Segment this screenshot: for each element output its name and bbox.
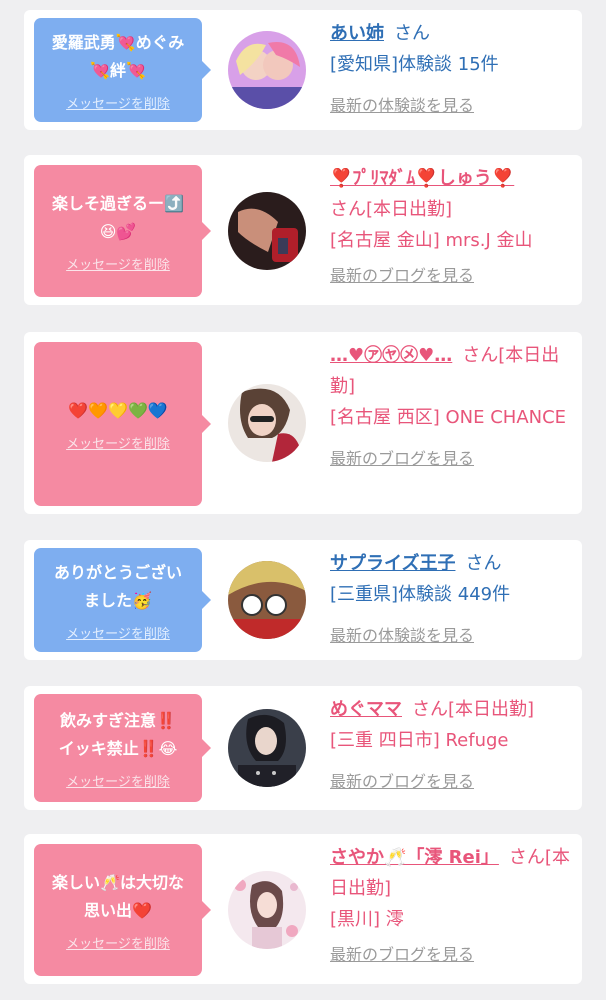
sender-info: サプライズ王子 さん [三重県]体験談 449件 最新の体験談を見る bbox=[330, 548, 570, 651]
sender-info: めぐママ さん[本日出勤] [三重 四日市] Refuge 最新のブログを見る bbox=[330, 694, 570, 797]
sender-suffix: さん[本日出勤] bbox=[412, 699, 535, 720]
sender-name-link[interactable]: ❣️ﾌﾟﾘﾏﾀﾞﾑ❣️しゅう❣️ bbox=[330, 168, 514, 189]
sender-name-link[interactable]: …♥㋐㋳㋱♥… bbox=[330, 345, 452, 366]
latest-post-link[interactable]: 最新のブログを見る bbox=[330, 766, 474, 797]
avatar-photo bbox=[228, 561, 306, 639]
sender-info: さやか🥂「澪 Rei」 さん[本日出勤] [黒川] 澪 最新のブログを見る bbox=[330, 842, 570, 970]
sender-detail: [愛知県]体験談 15件 bbox=[330, 54, 499, 75]
delete-message-link[interactable]: メッセージを削除 bbox=[66, 433, 170, 452]
delete-message-link[interactable]: メッセージを削除 bbox=[66, 933, 170, 952]
message-text: 楽しそ過ぎるー⤴️ 😆💕 bbox=[52, 193, 184, 241]
sender-detail: [名古屋 金山] mrs.J 金山 bbox=[330, 230, 533, 251]
message-bubble: 飲みすぎ注意‼️ イッキ禁止‼️😂 メッセージを削除 bbox=[34, 694, 211, 802]
message-bubble: ❤️🧡💛💚💙 メッセージを削除 bbox=[34, 342, 211, 506]
avatar-photo bbox=[228, 384, 306, 462]
message-bubble: 楽しい🥂は大切な 思い出❤️ メッセージを削除 bbox=[34, 844, 211, 976]
avatar[interactable] bbox=[228, 709, 306, 787]
message-bubble: ありがとうござい ました🥳 メッセージを削除 bbox=[34, 548, 211, 652]
avatar[interactable] bbox=[228, 561, 306, 639]
avatar[interactable] bbox=[228, 192, 306, 270]
latest-post-link[interactable]: 最新のブログを見る bbox=[330, 443, 474, 474]
latest-post-link[interactable]: 最新の体験談を見る bbox=[330, 90, 474, 121]
sender-detail: [三重 四日市] Refuge bbox=[330, 730, 509, 751]
sender-detail: [名古屋 西区] ONE CHANCE bbox=[330, 407, 567, 428]
sender-info: あい姉 さん [愛知県]体験談 15件 最新の体験談を見る bbox=[330, 18, 570, 121]
card: 楽しい🥂は大切な 思い出❤️ メッセージを削除 さやか🥂「澪 Rei」 さん[本日… bbox=[24, 834, 582, 984]
latest-post-link[interactable]: 最新のブログを見る bbox=[330, 939, 474, 970]
avatar[interactable] bbox=[228, 871, 306, 949]
message-text: ありがとうござい ました🥳 bbox=[53, 562, 182, 610]
sender-suffix: さん bbox=[394, 23, 430, 44]
message-text: 楽しい🥂は大切な 思い出❤️ bbox=[52, 872, 184, 920]
sender-suffix: さん[本日出勤] bbox=[330, 199, 453, 220]
avatar[interactable] bbox=[228, 384, 306, 462]
card: 飲みすぎ注意‼️ イッキ禁止‼️😂 メッセージを削除 めぐママ さん[本日出勤] … bbox=[24, 686, 582, 810]
sender-detail: [三重県]体験談 449件 bbox=[330, 584, 511, 605]
sender-name-link[interactable]: めぐママ bbox=[330, 699, 402, 720]
card: 楽しそ過ぎるー⤴️ 😆💕 メッセージを削除 ❣️ﾌﾟﾘﾏﾀﾞﾑ❣️しゅう❣️ さん… bbox=[24, 155, 582, 305]
delete-message-link[interactable]: メッセージを削除 bbox=[66, 254, 170, 273]
avatar[interactable] bbox=[228, 31, 306, 109]
avatar-photo bbox=[228, 709, 306, 787]
message-bubble: 愛羅武勇💘めぐみ 💘絆💘 メッセージを削除 bbox=[34, 18, 211, 122]
card: 愛羅武勇💘めぐみ 💘絆💘 メッセージを削除 あい姉 さん [愛知県]体験談 15件… bbox=[24, 10, 582, 130]
sender-name-link[interactable]: さやか🥂「澪 Rei」 bbox=[330, 847, 499, 868]
sender-name-link[interactable]: サプライズ王子 bbox=[330, 553, 455, 574]
message-text: 飲みすぎ注意‼️ イッキ禁止‼️😂 bbox=[58, 710, 178, 758]
sender-detail: [黒川] 澪 bbox=[330, 909, 404, 930]
latest-post-link[interactable]: 最新の体験談を見る bbox=[330, 620, 474, 651]
avatar-photo bbox=[228, 192, 306, 270]
delete-message-link[interactable]: メッセージを削除 bbox=[66, 771, 170, 790]
avatar-photo bbox=[228, 871, 306, 949]
card: ありがとうござい ました🥳 メッセージを削除 サプライズ王子 さん [三重県]体験… bbox=[24, 540, 582, 660]
message-bubble: 楽しそ過ぎるー⤴️ 😆💕 メッセージを削除 bbox=[34, 165, 211, 297]
delete-message-link[interactable]: メッセージを削除 bbox=[66, 623, 170, 642]
message-text: 愛羅武勇💘めぐみ 💘絆💘 bbox=[51, 32, 185, 80]
sender-info: …♥㋐㋳㋱♥… さん[本日出勤] [名古屋 西区] ONE CHANCE 最新のブ… bbox=[330, 340, 570, 474]
latest-post-link[interactable]: 最新のブログを見る bbox=[330, 260, 474, 291]
card: ❤️🧡💛💚💙 メッセージを削除 …♥㋐㋳㋱♥… さん[本日出勤] [名古屋 西区]… bbox=[24, 332, 582, 514]
sender-name-link[interactable]: あい姉 bbox=[330, 23, 384, 44]
avatar-photo bbox=[228, 31, 306, 109]
sender-suffix: さん bbox=[465, 553, 502, 574]
delete-message-link[interactable]: メッセージを削除 bbox=[66, 93, 170, 112]
sender-info: ❣️ﾌﾟﾘﾏﾀﾞﾑ❣️しゅう❣️ さん[本日出勤] [名古屋 金山] mrs.J … bbox=[330, 163, 570, 291]
message-text: ❤️🧡💛💚💙 bbox=[68, 400, 168, 420]
